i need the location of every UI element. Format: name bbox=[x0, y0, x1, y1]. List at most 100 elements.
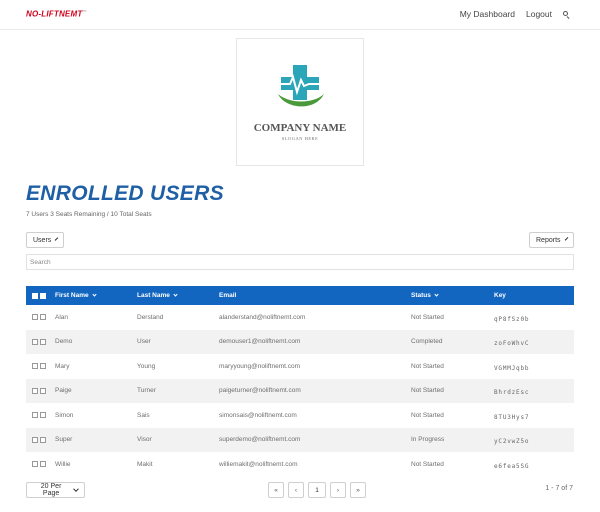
cell-status: In Progress bbox=[411, 436, 445, 444]
table-row[interactable]: Demo User demouser1@noliftnemt.com Compl… bbox=[26, 329, 574, 354]
table-row[interactable]: Alan Derstand alanderstand@noliftnemt.co… bbox=[26, 305, 574, 330]
logout-link[interactable]: Logout bbox=[526, 9, 552, 19]
cell-first-name: Simon bbox=[55, 411, 74, 419]
cell-first-name: Willie bbox=[55, 460, 71, 468]
row-checkbox[interactable] bbox=[32, 338, 38, 345]
cell-key: yC2vwZ5o bbox=[494, 438, 530, 446]
last-page-button[interactable]: » bbox=[350, 482, 366, 498]
select-all-checkbox-alt[interactable] bbox=[40, 292, 46, 299]
header-last-name-label: Last Name bbox=[137, 292, 170, 299]
cell-email: paigeturner@noliftnemt.com bbox=[219, 387, 301, 395]
per-page-dropdown[interactable]: 20 Per Page bbox=[26, 482, 85, 498]
my-dashboard-link[interactable]: My Dashboard bbox=[460, 9, 515, 19]
current-page-button[interactable]: 1 bbox=[308, 482, 326, 498]
header-status[interactable]: Status bbox=[411, 286, 439, 305]
row-checkbox[interactable] bbox=[32, 412, 38, 419]
cell-email: maryyoung@noliftnemt.com bbox=[219, 362, 301, 370]
seats-summary: 7 Users 3 Seats Remaining / 10 Total Sea… bbox=[26, 211, 152, 218]
cell-last-name: User bbox=[137, 338, 151, 346]
company-name: COMPANY NAME bbox=[253, 122, 347, 134]
cell-status: Completed bbox=[411, 338, 443, 346]
select-all-checkbox[interactable] bbox=[32, 292, 38, 299]
cell-status: Not Started bbox=[411, 362, 444, 370]
header-key-label: Key bbox=[494, 292, 506, 299]
chevron-down-icon bbox=[55, 237, 59, 241]
search-input[interactable] bbox=[26, 254, 574, 270]
row-checkbox-alt[interactable] bbox=[40, 314, 46, 321]
cell-last-name: Young bbox=[137, 362, 156, 370]
row-checkbox[interactable] bbox=[32, 314, 38, 321]
nav-links: My Dashboard Logout bbox=[460, 9, 570, 19]
row-checkbox-alt[interactable] bbox=[40, 461, 46, 468]
row-checkbox-alt[interactable] bbox=[40, 363, 46, 370]
cell-last-name: Turner bbox=[137, 387, 156, 395]
search-icon[interactable] bbox=[563, 10, 570, 19]
table-row[interactable]: Paige Turner paigeturner@noliftnemt.com … bbox=[26, 378, 574, 404]
cell-key: VGMMJqbb bbox=[494, 364, 530, 372]
sort-chevron-icon bbox=[434, 292, 439, 297]
reports-dropdown[interactable]: Reports bbox=[529, 232, 574, 248]
header-status-label: Status bbox=[411, 292, 431, 299]
brand-name: NO-LIFTNEMT bbox=[26, 9, 83, 19]
prev-page-button[interactable]: ‹ bbox=[288, 482, 304, 498]
pagination: « ‹ 1 › » bbox=[268, 482, 366, 498]
users-dropdown[interactable]: Users bbox=[26, 232, 64, 248]
cell-email: superdemo@noliftnemt.com bbox=[219, 436, 301, 444]
cell-first-name: Paige bbox=[55, 387, 72, 395]
row-checkbox[interactable] bbox=[32, 387, 38, 394]
table-header: First Name Last Name Email Status Key bbox=[26, 286, 574, 305]
next-page-button[interactable]: › bbox=[330, 482, 346, 498]
row-checkboxes bbox=[32, 452, 46, 477]
header-email-label: Email bbox=[219, 292, 237, 299]
header-last-name[interactable]: Last Name bbox=[137, 286, 178, 305]
cell-status: Not Started bbox=[411, 313, 444, 321]
row-checkboxes bbox=[32, 379, 46, 404]
cell-key: zoFoWhvC bbox=[494, 340, 530, 348]
cell-first-name: Super bbox=[55, 436, 73, 444]
cell-status: Not Started bbox=[411, 387, 444, 395]
row-checkbox[interactable] bbox=[32, 363, 38, 370]
row-checkbox-alt[interactable] bbox=[40, 387, 46, 394]
cell-status: Not Started bbox=[411, 411, 444, 419]
cell-last-name: Makit bbox=[137, 460, 153, 468]
cell-first-name: Demo bbox=[55, 338, 73, 346]
users-dropdown-label: Users bbox=[33, 236, 52, 244]
cell-key: e6fea5SG bbox=[494, 462, 530, 470]
company-slogan: SLOGAN HERE bbox=[281, 136, 319, 141]
table-row[interactable]: Mary Young maryyoung@noliftnemt.com Not … bbox=[26, 354, 574, 379]
cell-last-name: Visor bbox=[137, 436, 152, 444]
cell-email: williemakit@noliftnemt.com bbox=[219, 460, 298, 468]
table-row[interactable]: Super Visor superdemo@noliftnemt.com In … bbox=[26, 427, 574, 453]
chevron-down-icon bbox=[73, 486, 79, 492]
row-checkbox-alt[interactable] bbox=[40, 338, 46, 345]
select-all-checkboxes bbox=[32, 286, 46, 305]
row-checkboxes bbox=[32, 403, 46, 428]
company-logo: COMPANY NAME SLOGAN HERE bbox=[236, 38, 364, 166]
sort-chevron-icon bbox=[173, 292, 178, 297]
header-first-name[interactable]: First Name bbox=[55, 286, 97, 305]
table-row[interactable]: Simon Sais simonsais@noliftnemt.com Not … bbox=[26, 403, 574, 428]
medical-cross-icon bbox=[277, 65, 325, 107]
reports-dropdown-label: Reports bbox=[536, 236, 561, 244]
table-row[interactable]: Willie Makit williemakit@noliftnemt.com … bbox=[26, 452, 574, 477]
cell-email: simonsais@noliftnemt.com bbox=[219, 411, 297, 419]
cell-first-name: Alan bbox=[55, 313, 69, 321]
header-email: Email bbox=[219, 286, 236, 305]
cell-last-name: Sais bbox=[137, 411, 150, 419]
brand-logo[interactable]: NO-LIFTNEMT™ bbox=[26, 9, 87, 19]
row-checkbox[interactable] bbox=[32, 436, 38, 443]
per-page-label: 20 Per Page bbox=[40, 483, 62, 497]
row-checkboxes bbox=[32, 428, 46, 453]
results-range: 1 - 7 of 7 bbox=[545, 485, 573, 492]
page-title: ENROLLED USERS bbox=[26, 182, 224, 205]
row-checkbox-alt[interactable] bbox=[40, 436, 46, 443]
row-checkbox[interactable] bbox=[32, 461, 38, 468]
cell-key: 8TU3Hys7 bbox=[494, 413, 530, 421]
cell-status: Not Started bbox=[411, 460, 444, 468]
first-page-button[interactable]: « bbox=[268, 482, 284, 498]
cell-key: BhrdzEsc bbox=[494, 389, 530, 397]
row-checkbox-alt[interactable] bbox=[40, 412, 46, 419]
brand-trademark: ™ bbox=[82, 9, 87, 14]
cell-email: demouser1@noliftnemt.com bbox=[219, 338, 301, 346]
chevron-down-icon bbox=[564, 237, 569, 241]
